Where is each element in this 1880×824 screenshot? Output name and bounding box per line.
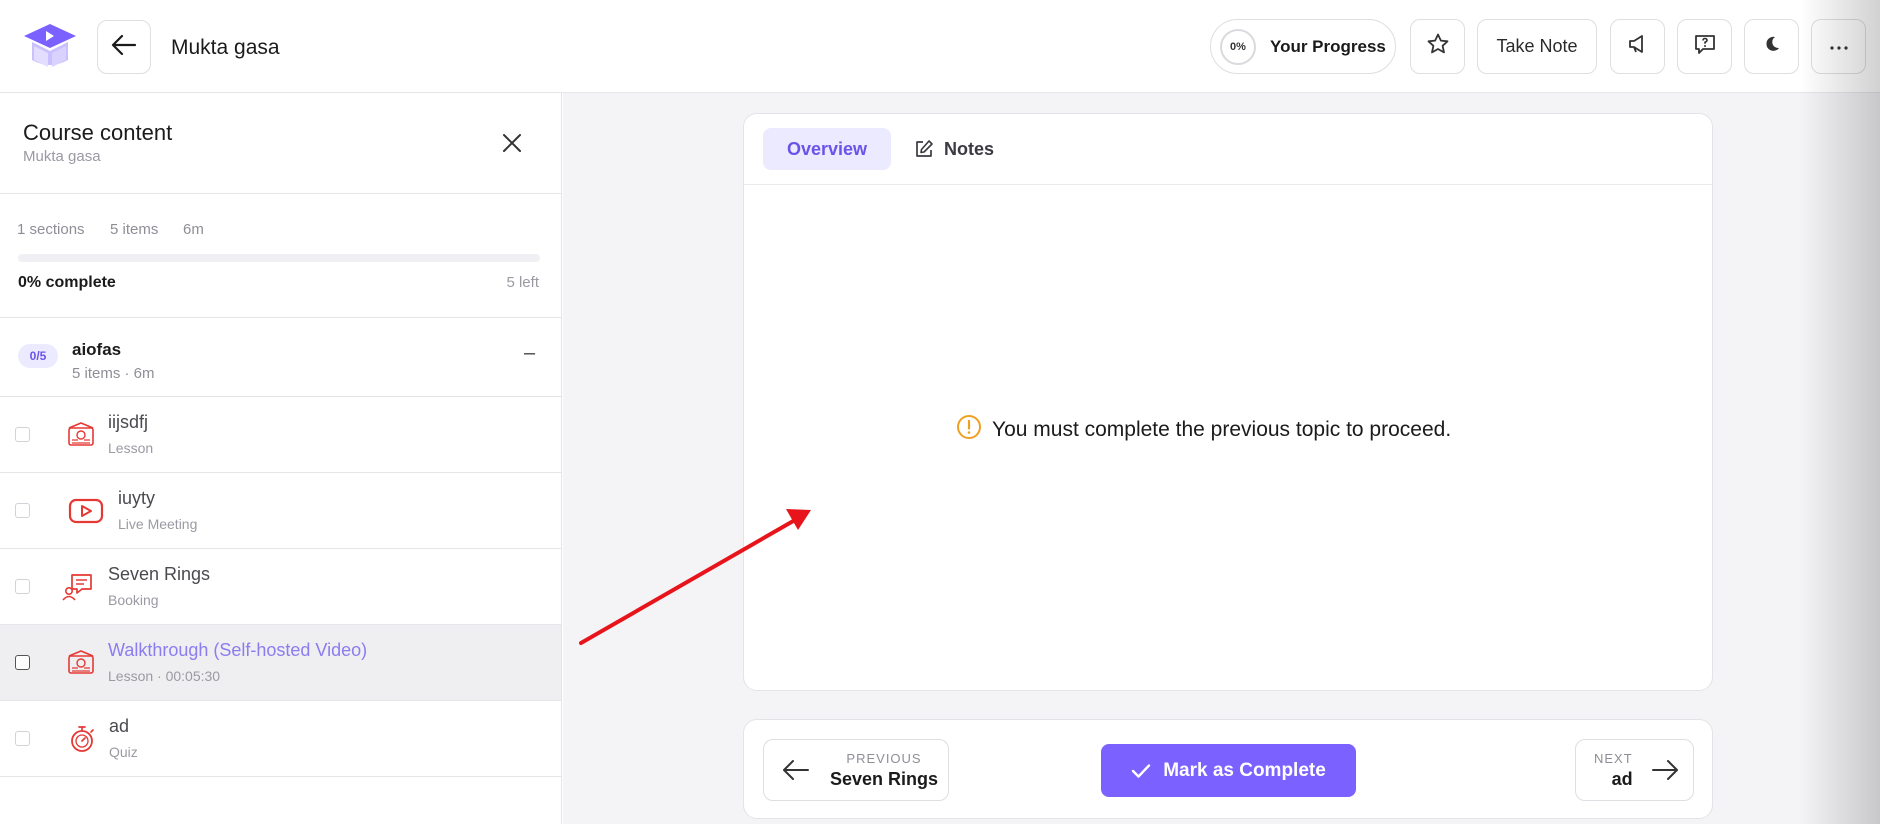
- item-type: Lesson · 00:05:30: [108, 668, 221, 684]
- sidebar-title: Course content: [23, 120, 173, 145]
- close-icon: [501, 132, 523, 159]
- list-item[interactable]: iuyty Live Meeting: [0, 473, 561, 549]
- course-title: Mukta gasa: [171, 36, 280, 59]
- item-checkbox[interactable]: [15, 427, 30, 442]
- item-checkbox[interactable]: [15, 655, 30, 670]
- main-content: Overview Notes You must complete the pre…: [563, 93, 1880, 824]
- course-progress-bar: [18, 254, 540, 262]
- complete-label: 0% complete: [18, 274, 116, 291]
- course-player: Mukta gasa 0% Your Progress Take Note Co…: [0, 0, 1880, 824]
- favorite-button[interactable]: [1410, 19, 1465, 74]
- mark-complete-label: Mark as Complete: [1163, 759, 1326, 781]
- course-stats: 1 sections 5 items 6m 0% complete 5 left: [0, 194, 561, 318]
- tab-notes[interactable]: Notes: [914, 128, 994, 170]
- lesson-navigation: PREVIOUS Seven Rings Mark as Complete NE…: [743, 719, 1713, 819]
- next-button[interactable]: NEXT ad: [1575, 739, 1694, 801]
- course-duration: 6m: [183, 221, 204, 238]
- more-options-button[interactable]: [1811, 19, 1866, 74]
- more-dots-icon: [1829, 38, 1849, 56]
- lesson-card: Overview Notes You must complete the pre…: [743, 113, 1713, 691]
- megaphone-icon: [1627, 33, 1649, 60]
- close-sidebar-button[interactable]: [498, 131, 526, 159]
- sidebar-subtitle: Mukta gasa: [23, 148, 101, 165]
- section-header[interactable]: 0/5 aiofas 5 items · 6m –: [0, 318, 561, 397]
- item-type: Lesson: [108, 440, 154, 456]
- tab-notes-label: Notes: [944, 138, 995, 159]
- mark-complete-button[interactable]: Mark as Complete: [1101, 744, 1356, 797]
- next-caption: NEXT: [1594, 750, 1633, 766]
- next-text: NEXT ad: [1594, 751, 1633, 790]
- star-icon: [1426, 32, 1450, 61]
- top-header: Mukta gasa 0% Your Progress Take Note: [0, 0, 1880, 93]
- list-item[interactable]: ad Quiz: [0, 701, 561, 777]
- section-meta: 5 items · 6m: [72, 365, 155, 382]
- course-sidebar: Course content Mukta gasa 1 sections 5 i…: [0, 93, 562, 824]
- item-type: Quiz: [109, 744, 138, 760]
- item-checkbox[interactable]: [15, 503, 30, 518]
- lesson-icon: [62, 644, 100, 682]
- item-name: iijsdfj: [108, 412, 149, 432]
- list-item-active[interactable]: Walkthrough (Self-hosted Video) Lesson ·…: [0, 625, 561, 701]
- item-type: Booking: [108, 592, 159, 608]
- lesson-tabs: Overview Notes: [744, 114, 1712, 185]
- item-checkbox[interactable]: [15, 579, 30, 594]
- previous-title: Seven Rings: [830, 768, 939, 789]
- youtube-play-icon: [67, 492, 105, 530]
- item-name: Seven Rings: [108, 564, 211, 584]
- list-item[interactable]: Seven Rings Booking: [0, 549, 561, 625]
- section-progress-badge: 0/5: [18, 344, 58, 368]
- items-count: 5 items: [110, 221, 159, 238]
- items-left-label: 5 left: [506, 274, 539, 291]
- arrow-left-icon: [111, 34, 137, 61]
- help-chat-icon: [1693, 32, 1717, 61]
- previous-text: PREVIOUS Seven Rings: [830, 751, 938, 790]
- list-item[interactable]: iijsdfj Lesson: [0, 397, 561, 473]
- help-button[interactable]: [1677, 19, 1732, 74]
- back-button[interactable]: [97, 20, 151, 74]
- quiz-stopwatch-icon: [63, 720, 101, 758]
- previous-button[interactable]: PREVIOUS Seven Rings: [763, 739, 949, 801]
- item-type: Live Meeting: [118, 516, 198, 532]
- item-name: iuyty: [118, 488, 156, 508]
- tab-overview[interactable]: Overview: [763, 128, 891, 170]
- arrow-left-icon: [782, 759, 810, 781]
- section-name: aiofas: [72, 340, 122, 359]
- locked-notice: You must complete the previous topic to …: [956, 414, 1451, 445]
- arrow-right-icon: [1651, 759, 1679, 781]
- check-icon: [1131, 763, 1151, 779]
- moon-icon: [1763, 35, 1781, 58]
- graduation-cap-logo[interactable]: [22, 20, 78, 72]
- info-icon: [956, 414, 982, 445]
- item-name: ad: [109, 716, 130, 736]
- item-checkbox[interactable]: [15, 731, 30, 746]
- section-collapse-toggle[interactable]: –: [524, 342, 535, 365]
- take-note-button[interactable]: Take Note: [1477, 19, 1597, 74]
- previous-caption: PREVIOUS: [846, 750, 922, 766]
- next-title: ad: [1611, 768, 1633, 789]
- lesson-icon: [62, 416, 100, 454]
- locked-notice-text: You must complete the previous topic to …: [992, 417, 1452, 441]
- edit-icon: [914, 139, 934, 159]
- theme-toggle-button[interactable]: [1744, 19, 1799, 74]
- announcements-button[interactable]: [1610, 19, 1665, 74]
- sidebar-header: Course content Mukta gasa: [0, 93, 561, 194]
- booking-chat-icon: [59, 568, 97, 606]
- sections-count: 1 sections: [17, 221, 85, 238]
- progress-ring: 0%: [1220, 28, 1256, 65]
- item-name: Walkthrough (Self-hosted Video): [108, 640, 368, 660]
- progress-button[interactable]: 0% Your Progress: [1210, 19, 1396, 74]
- progress-label: Your Progress: [1270, 36, 1386, 56]
